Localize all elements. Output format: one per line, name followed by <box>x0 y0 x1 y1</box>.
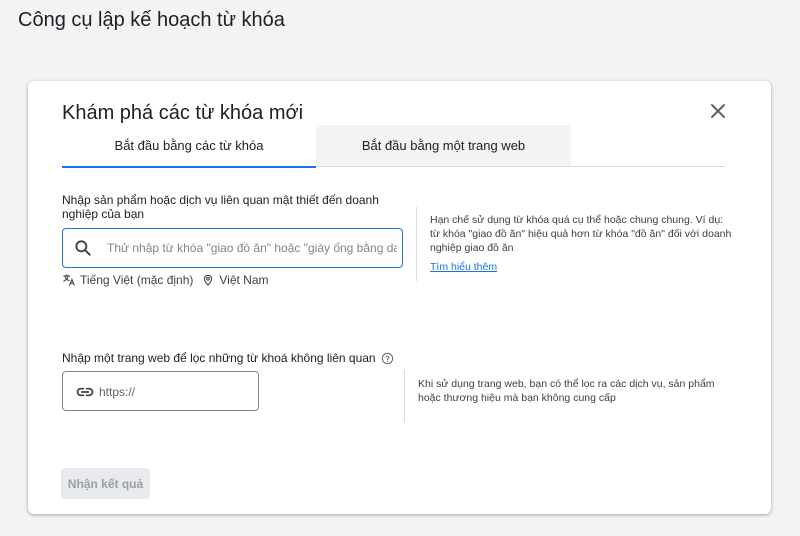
website-filter-hint: Khi sử dụng trang web, bạn có thể lọc ra… <box>418 378 715 404</box>
get-results-button[interactable]: Nhận kết quả <box>61 468 150 499</box>
location-selector[interactable]: Việt Nam <box>201 273 269 287</box>
tab-bar: Bắt đầu bằng các từ khóa Bắt đầu bằng mộ… <box>62 125 725 168</box>
translate-icon <box>63 274 75 286</box>
search-icon <box>75 240 91 256</box>
divider <box>404 370 405 422</box>
language-selector[interactable]: Tiếng Việt (mặc định) <box>62 273 193 287</box>
close-icon <box>711 104 725 118</box>
keyword-search-input[interactable] <box>107 237 397 259</box>
website-url-box[interactable] <box>62 371 259 411</box>
language-label: Tiếng Việt (mặc định) <box>80 273 194 287</box>
keyword-discovery-dialog: Khám phá các từ khóa mới Bắt đầu bằng cá… <box>28 81 771 514</box>
tab-start-with-website[interactable]: Bắt đầu bằng một trang web <box>316 125 571 166</box>
website-filter-label: Nhập một trang web để lọc những từ khoá … <box>62 351 376 365</box>
help-circle-icon[interactable] <box>381 352 394 365</box>
location-pin-icon <box>204 274 213 287</box>
link-icon <box>76 387 94 397</box>
keywords-hint: Hạn chế sử dụng từ khóa quá cụ thể hoặc … <box>430 214 732 254</box>
divider <box>416 207 417 281</box>
dialog-title: Khám phá các từ khóa mới <box>62 102 304 124</box>
keyword-search-box[interactable] <box>62 228 403 268</box>
website-filter-label-row: Nhập một trang web để lọc những từ khoá … <box>62 351 394 365</box>
keywords-label: Nhập sản phẩm hoặc dịch vụ liên quan mật… <box>62 193 379 221</box>
tab-start-with-keywords[interactable]: Bắt đầu bằng các từ khóa <box>62 125 316 168</box>
page-title: Công cụ lập kế hoạch từ khóa <box>18 9 285 31</box>
location-label: Việt Nam <box>219 273 269 287</box>
close-button[interactable] <box>706 99 730 123</box>
learn-more-link[interactable]: Tìm hiểu thêm <box>430 261 497 273</box>
website-url-input[interactable] <box>99 381 249 403</box>
targeting-row: Tiếng Việt (mặc định) Việt Nam <box>62 273 269 287</box>
